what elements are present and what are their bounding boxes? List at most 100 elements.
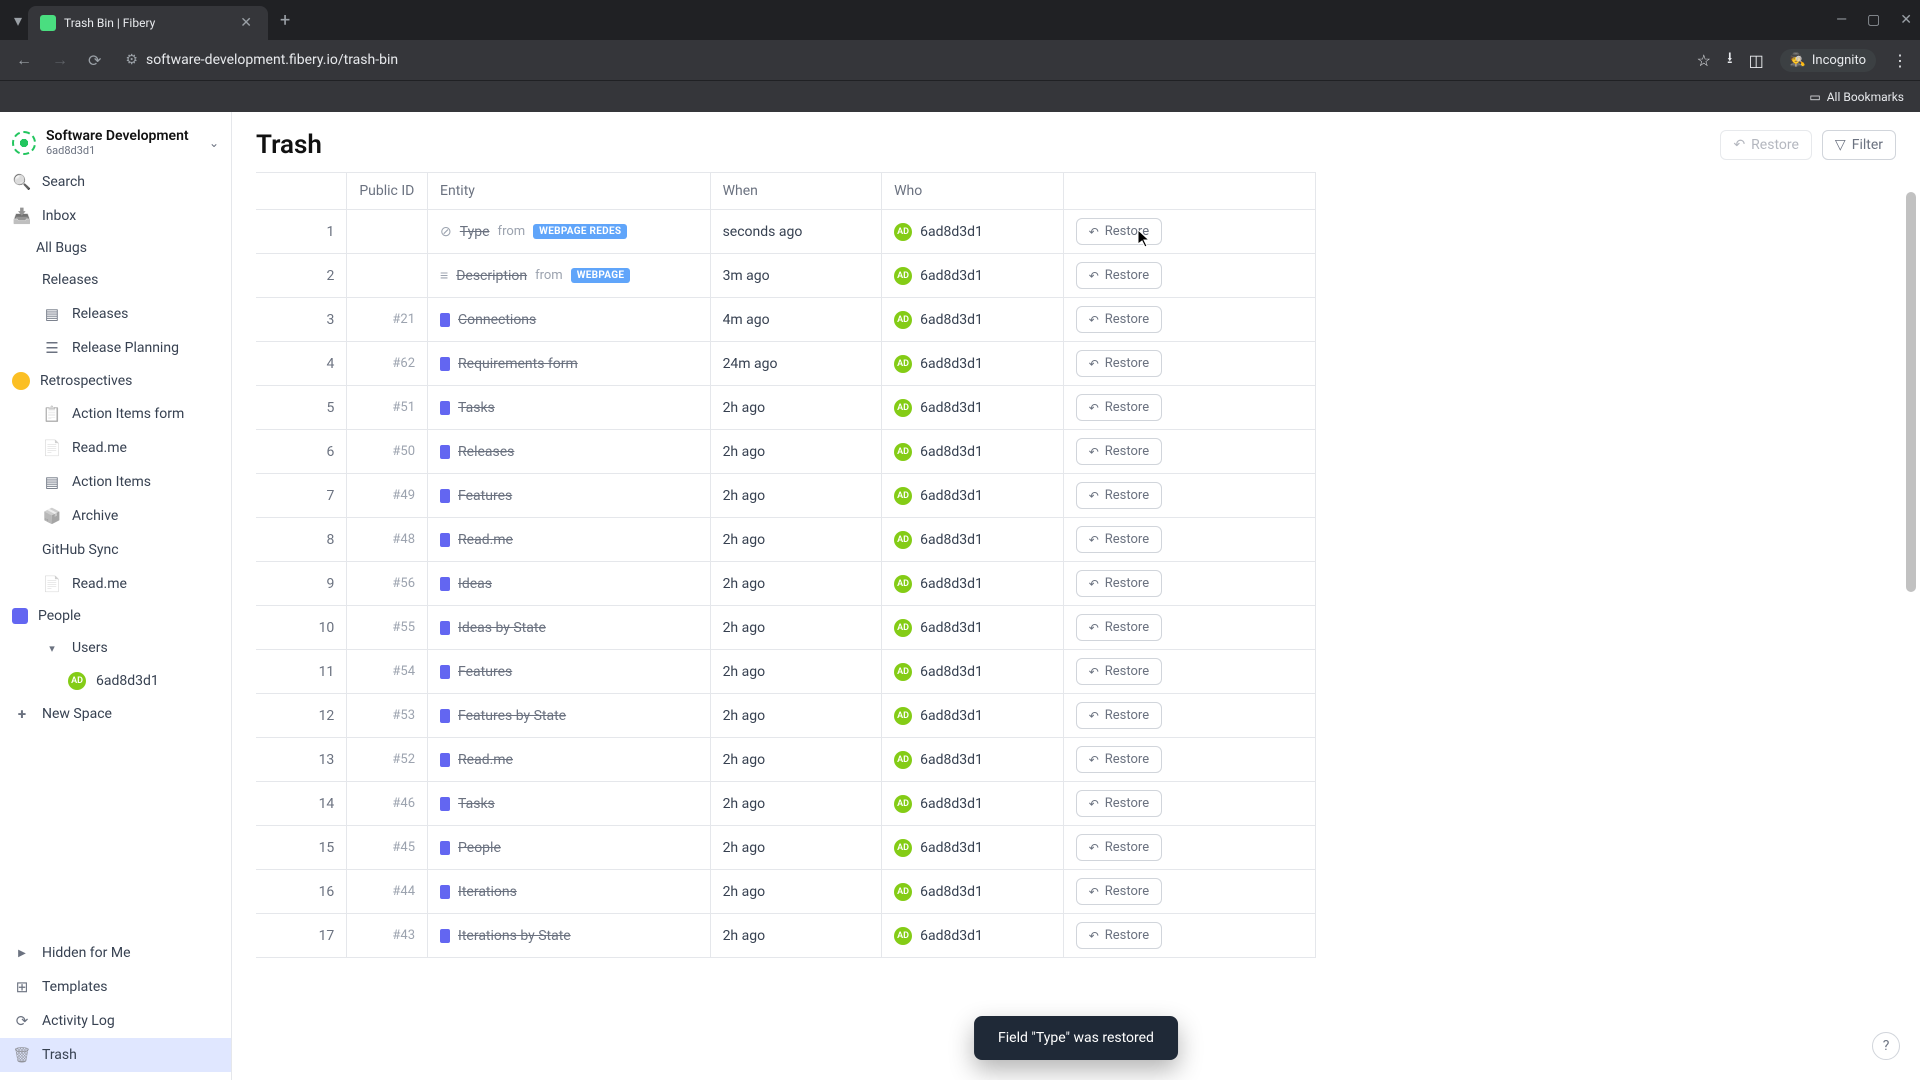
restore-icon: ↶	[1089, 401, 1099, 415]
table-row[interactable]: 16#44Iterations2h agoAD6ad8d3d1↶Restore	[256, 870, 1316, 914]
sidebar-new-space[interactable]: New Space	[0, 697, 231, 731]
sidebar-templates[interactable]: Templates	[0, 970, 231, 1004]
sidebar-item-releases[interactable]: Releases	[0, 297, 231, 331]
workspace-switcher[interactable]: Software Development 6ad8d3d1 ⌄	[0, 120, 231, 165]
row-entity: ≡DescriptionfromWEBPAGE	[428, 254, 711, 298]
help-button[interactable]: ?	[1872, 1032, 1900, 1060]
sidebar-search[interactable]: Search	[0, 165, 231, 199]
row-when: 2h ago	[710, 782, 882, 826]
restore-button[interactable]: ↶Restore	[1076, 702, 1162, 729]
new-tab-button[interactable]: +	[268, 10, 302, 31]
sidebar-item-users[interactable]: Users	[0, 631, 231, 665]
table-row[interactable]: 6#50Releases2h agoAD6ad8d3d1↶Restore	[256, 430, 1316, 474]
sidebar-item-releases[interactable]: Releases	[0, 263, 231, 297]
site-info-icon[interactable]: ⚙	[125, 52, 138, 68]
browser-tab[interactable]: Trash Bin | Fibery ✕	[28, 6, 268, 40]
restore-button[interactable]: ↶Restore	[1076, 218, 1162, 245]
avatar-icon: AD	[894, 355, 912, 373]
trash-table-container[interactable]: Public ID Entity When Who 1⊘TypefromWEBP…	[232, 172, 1920, 1080]
side-panel-icon[interactable]: ◫	[1749, 51, 1764, 70]
table-row[interactable]: 11#54Features2h agoAD6ad8d3d1↶Restore	[256, 650, 1316, 694]
row-action: ↶Restore	[1063, 386, 1315, 430]
maximize-icon[interactable]: ▢	[1867, 12, 1880, 28]
sidebar-item-github-sync[interactable]: GitHub Sync	[0, 533, 231, 567]
downloads-icon[interactable]: ⭳	[1727, 47, 1733, 74]
sidebar-item-action-items[interactable]: Action Items	[0, 465, 231, 499]
all-bookmarks-link[interactable]: ▭ All Bookmarks	[1809, 90, 1904, 104]
sidebar-item-all-bugs[interactable]: All Bugs	[0, 233, 231, 263]
who-name: 6ad8d3d1	[920, 840, 983, 856]
table-row[interactable]: 14#46Tasks2h agoAD6ad8d3d1↶Restore	[256, 782, 1316, 826]
sidebar-trash[interactable]: Trash	[0, 1038, 231, 1072]
reload-button[interactable]: ⟳	[84, 47, 105, 74]
row-public-id: #52	[347, 738, 428, 782]
sidebar-activity[interactable]: Activity Log	[0, 1004, 231, 1038]
sidebar-item-people[interactable]: People	[0, 601, 231, 631]
tab-search-dropdown[interactable]: ▾	[8, 5, 28, 36]
sidebar-item-release-planning[interactable]: Release Planning	[0, 331, 231, 365]
table-row[interactable]: 15#45People2h agoAD6ad8d3d1↶Restore	[256, 826, 1316, 870]
sidebar-item-retrospectives[interactable]: Retrospectives	[0, 365, 231, 397]
back-button[interactable]: ←	[12, 46, 36, 74]
restore-button[interactable]: ↶Restore	[1076, 526, 1162, 553]
restore-button[interactable]: ↶Restore	[1076, 614, 1162, 641]
row-index: 17	[256, 914, 347, 958]
address-bar[interactable]: ⚙ software-development.fibery.io/trash-b…	[117, 52, 1684, 68]
restore-button[interactable]: ↶Restore	[1076, 570, 1162, 597]
restore-button[interactable]: ↶Restore	[1076, 922, 1162, 949]
sidebar-item-action-items-form[interactable]: Action Items form	[0, 397, 231, 431]
view-icon	[440, 489, 450, 503]
browser-menu-icon[interactable]: ⋮	[1892, 51, 1908, 70]
restore-button[interactable]: ↶Restore	[1076, 658, 1162, 685]
table-row[interactable]: 1⊘TypefromWEBPAGE REDESseconds agoAD6ad8…	[256, 210, 1316, 254]
restore-button[interactable]: ↶Restore	[1076, 746, 1162, 773]
row-action: ↶Restore	[1063, 298, 1315, 342]
restore-button[interactable]: ↶Restore	[1076, 262, 1162, 289]
table-row[interactable]: 12#53Features by State2h agoAD6ad8d3d1↶R…	[256, 694, 1316, 738]
sidebar-item-label: Archive	[72, 508, 118, 524]
close-window-icon[interactable]: ✕	[1900, 12, 1912, 28]
table-row[interactable]: 10#55Ideas by State2h agoAD6ad8d3d1↶Rest…	[256, 606, 1316, 650]
header-restore-button[interactable]: ↶ Restore	[1720, 130, 1811, 160]
restore-button[interactable]: ↶Restore	[1076, 438, 1162, 465]
row-action: ↶Restore	[1063, 474, 1315, 518]
restore-button[interactable]: ↶Restore	[1076, 350, 1162, 377]
incognito-badge[interactable]: 🕵 Incognito	[1780, 49, 1876, 72]
scrollbar-thumb[interactable]	[1906, 192, 1916, 592]
bookmark-star-icon[interactable]: ☆	[1697, 51, 1711, 70]
table-row[interactable]: 13#52Read.me2h agoAD6ad8d3d1↶Restore	[256, 738, 1316, 782]
sidebar-item-6ad8d3d1[interactable]: AD6ad8d3d1	[0, 665, 231, 697]
restore-button[interactable]: ↶Restore	[1076, 790, 1162, 817]
row-index: 4	[256, 342, 347, 386]
restore-button[interactable]: ↶Restore	[1076, 394, 1162, 421]
restore-button[interactable]: ↶Restore	[1076, 834, 1162, 861]
minimize-icon[interactable]: —	[1836, 12, 1847, 28]
who-name: 6ad8d3d1	[920, 356, 983, 372]
sidebar-inbox[interactable]: Inbox	[0, 199, 231, 233]
table-row[interactable]: 7#49Features2h agoAD6ad8d3d1↶Restore	[256, 474, 1316, 518]
scrollbar[interactable]	[1906, 192, 1918, 1080]
table-row[interactable]: 17#43Iterations by State2h agoAD6ad8d3d1…	[256, 914, 1316, 958]
trash-icon	[12, 1045, 32, 1065]
header-filter-button[interactable]: ▽ Filter	[1822, 130, 1896, 160]
row-index: 7	[256, 474, 347, 518]
restore-button[interactable]: ↶Restore	[1076, 306, 1162, 333]
sidebar-item-read-me[interactable]: Read.me	[0, 567, 231, 601]
tab-close-icon[interactable]: ✕	[236, 13, 256, 33]
forward-button[interactable]: →	[48, 46, 72, 74]
row-when: 24m ago	[710, 342, 882, 386]
sidebar-item-archive[interactable]: Archive	[0, 499, 231, 533]
table-row[interactable]: 3#21Connections4m agoAD6ad8d3d1↶Restore	[256, 298, 1316, 342]
sidebar-hidden[interactable]: Hidden for Me	[0, 936, 231, 970]
table-row[interactable]: 2≡DescriptionfromWEBPAGE3m agoAD6ad8d3d1…	[256, 254, 1316, 298]
restore-button[interactable]: ↶Restore	[1076, 878, 1162, 905]
table-row[interactable]: 5#51Tasks2h agoAD6ad8d3d1↶Restore	[256, 386, 1316, 430]
table-row[interactable]: 9#56Ideas2h agoAD6ad8d3d1↶Restore	[256, 562, 1316, 606]
sidebar-item-read-me[interactable]: Read.me	[0, 431, 231, 465]
table-row[interactable]: 4#62Requirements form24m agoAD6ad8d3d1↶R…	[256, 342, 1316, 386]
row-entity: Read.me	[428, 518, 711, 562]
table-row[interactable]: 8#48Read.me2h agoAD6ad8d3d1↶Restore	[256, 518, 1316, 562]
doc-icon	[42, 438, 62, 458]
restore-button[interactable]: ↶Restore	[1076, 482, 1162, 509]
workspace-name: Software Development	[46, 128, 199, 144]
